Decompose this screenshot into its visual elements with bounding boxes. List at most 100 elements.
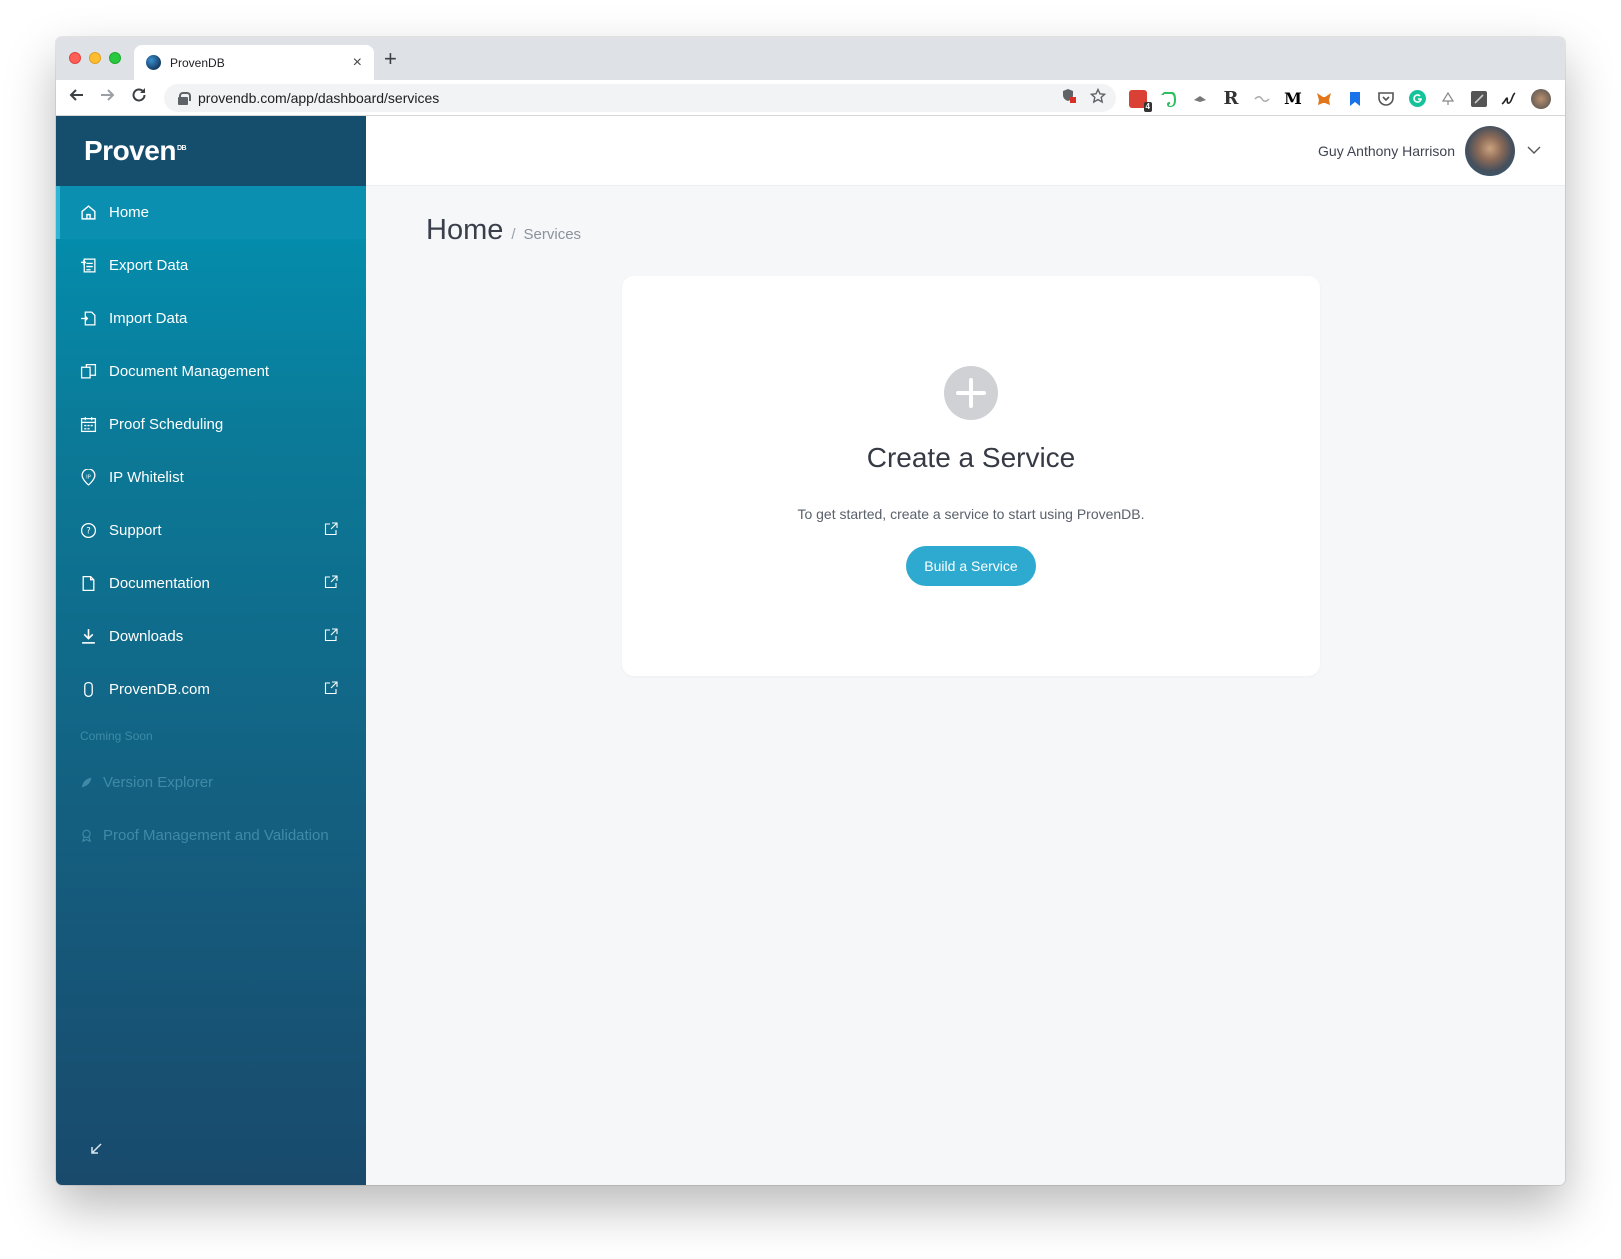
back-icon[interactable] [68, 86, 86, 110]
calendar-icon [80, 416, 97, 433]
browser-tab[interactable]: ProvenDB × [134, 45, 374, 80]
external-link-icon [324, 521, 338, 540]
sidebar-item-proof-management: Proof Management and Validation [56, 809, 366, 862]
external-link-icon [324, 627, 338, 646]
card-description: To get started, create a service to star… [797, 506, 1145, 522]
help-icon: ? [80, 522, 97, 539]
sidebar-item-label: Support [109, 522, 162, 539]
coming-soon-label: Coming Soon [80, 729, 153, 743]
url-text: provendb.com/app/dashboard/services [198, 90, 440, 106]
lock-icon [178, 91, 191, 105]
user-avatar[interactable] [1465, 125, 1515, 176]
reload-icon[interactable] [130, 86, 148, 110]
todoist-extension-icon[interactable]: 4 [1128, 89, 1152, 112]
sidebar-item-version-explorer: Version Explorer [56, 756, 366, 809]
collapse-sidebar-icon[interactable] [88, 1141, 104, 1157]
sidebar-item-export-data[interactable]: Export Data [56, 239, 366, 292]
sidebar-item-ip-whitelist[interactable]: IP IP Whitelist [56, 451, 366, 504]
sidebar-item-provendb-com[interactable]: ProvenDB.com [56, 663, 366, 716]
leaf-icon [80, 774, 93, 791]
browser-window: ProvenDB × + provendb.com/app/dashboard/… [56, 37, 1565, 1185]
sidebar-item-downloads[interactable]: Downloads [56, 610, 366, 663]
shield-blocked-icon[interactable] [1061, 88, 1076, 108]
new-tab-button[interactable]: + [384, 48, 397, 70]
breadcrumb-home[interactable]: Home [426, 214, 503, 247]
import-icon [80, 310, 97, 327]
main-content: Guy Anthony Harrison Home / Services Cre… [366, 116, 1565, 1185]
build-service-button[interactable]: Build a Service [906, 546, 1036, 586]
export-icon [80, 257, 97, 274]
tree-extension-icon[interactable] [1438, 89, 1458, 109]
sidebar-item-support[interactable]: ? Support [56, 504, 366, 557]
tab-title: ProvenDB [170, 55, 225, 70]
tab-close-icon[interactable]: × [353, 54, 362, 71]
r-extension-icon[interactable]: R [1221, 88, 1241, 109]
logo-text: Proven [84, 135, 176, 166]
sidebar-item-label: Proof Management and Validation [103, 827, 329, 844]
user-name[interactable]: Guy Anthony Harrison [1318, 143, 1455, 159]
documents-icon [80, 363, 97, 380]
sidebar-item-label: Documentation [109, 575, 210, 592]
sidebar-item-label: Downloads [109, 628, 184, 645]
evernote-extension-icon[interactable] [1159, 89, 1179, 109]
external-link-icon [324, 680, 338, 699]
plus-circle-icon [944, 366, 998, 420]
sidebar-item-label: ProvenDB.com [109, 681, 210, 698]
tab-strip: ProvenDB × + [56, 37, 1565, 80]
maximize-window-button[interactable] [109, 52, 121, 64]
handshake-extension-icon[interactable] [1252, 89, 1272, 109]
sidebar-item-label: Import Data [109, 310, 188, 327]
breadcrumb-current: Services [523, 226, 582, 243]
logo-superscript: DB [176, 144, 187, 152]
sidebar: ProvenDB Home Export Data Import Data Do… [56, 116, 366, 1185]
medium-extension-icon[interactable]: M [1283, 89, 1303, 109]
profile-avatar-icon[interactable] [1531, 88, 1551, 109]
card-title: Create a Service [866, 442, 1076, 473]
browser-toolbar: provendb.com/app/dashboard/services 4 R … [56, 80, 1565, 116]
file-icon [80, 575, 97, 592]
extension-badge: 4 [1143, 101, 1152, 112]
bird-extension-icon[interactable] [1190, 89, 1210, 109]
shield-icon [80, 681, 97, 698]
metamask-extension-icon[interactable] [1314, 89, 1334, 109]
address-bar[interactable]: provendb.com/app/dashboard/services [164, 84, 1116, 112]
breadcrumb: Home / Services [426, 214, 581, 247]
top-bar: Guy Anthony Harrison [366, 116, 1565, 186]
award-icon [80, 827, 93, 844]
sidebar-item-label: Export Data [109, 257, 189, 274]
bookmark-extension-icon[interactable] [1345, 89, 1365, 109]
sidebar-item-document-management[interactable]: Document Management [56, 345, 366, 398]
minimize-window-button[interactable] [89, 52, 101, 64]
grammarly-extension-icon[interactable] [1407, 89, 1427, 109]
chevron-down-icon[interactable] [1527, 142, 1541, 160]
pocket-extension-icon[interactable] [1376, 89, 1396, 109]
brand-header: ProvenDB [56, 116, 366, 186]
signature-extension-icon[interactable] [1500, 89, 1520, 109]
forward-icon[interactable] [98, 86, 116, 110]
close-window-button[interactable] [69, 52, 81, 64]
sidebar-item-label: IP Whitelist [109, 469, 184, 486]
provendb-logo[interactable]: ProvenDB [84, 135, 187, 167]
sidebar-item-label: Proof Scheduling [109, 416, 224, 433]
svg-text:?: ? [86, 527, 91, 537]
app: ProvenDB Home Export Data Import Data Do… [56, 116, 1565, 1185]
extensions-bar: 4 R M [1128, 88, 1565, 112]
sidebar-item-import-data[interactable]: Import Data [56, 292, 366, 345]
square-extension-icon[interactable] [1469, 89, 1489, 109]
bookmark-star-icon[interactable] [1089, 87, 1107, 108]
ip-pin-icon: IP [80, 469, 97, 486]
breadcrumb-separator: / [511, 226, 516, 243]
sidebar-item-proof-scheduling[interactable]: Proof Scheduling [56, 398, 366, 451]
provendb-favicon-icon [146, 55, 161, 70]
sidebar-item-home[interactable]: Home [56, 186, 366, 239]
sidebar-item-label: Version Explorer [103, 774, 214, 791]
home-icon [80, 204, 97, 221]
sidebar-item-label: Document Management [109, 363, 270, 380]
sidebar-item-label: Home [109, 204, 150, 221]
download-icon [80, 628, 97, 645]
sidebar-item-documentation[interactable]: Documentation [56, 557, 366, 610]
create-service-card: Create a Service To get started, create … [622, 276, 1320, 676]
sidebar-menu: Home Export Data Import Data Document Ma… [56, 186, 366, 862]
external-link-icon [324, 574, 338, 593]
svg-text:IP: IP [86, 474, 92, 480]
